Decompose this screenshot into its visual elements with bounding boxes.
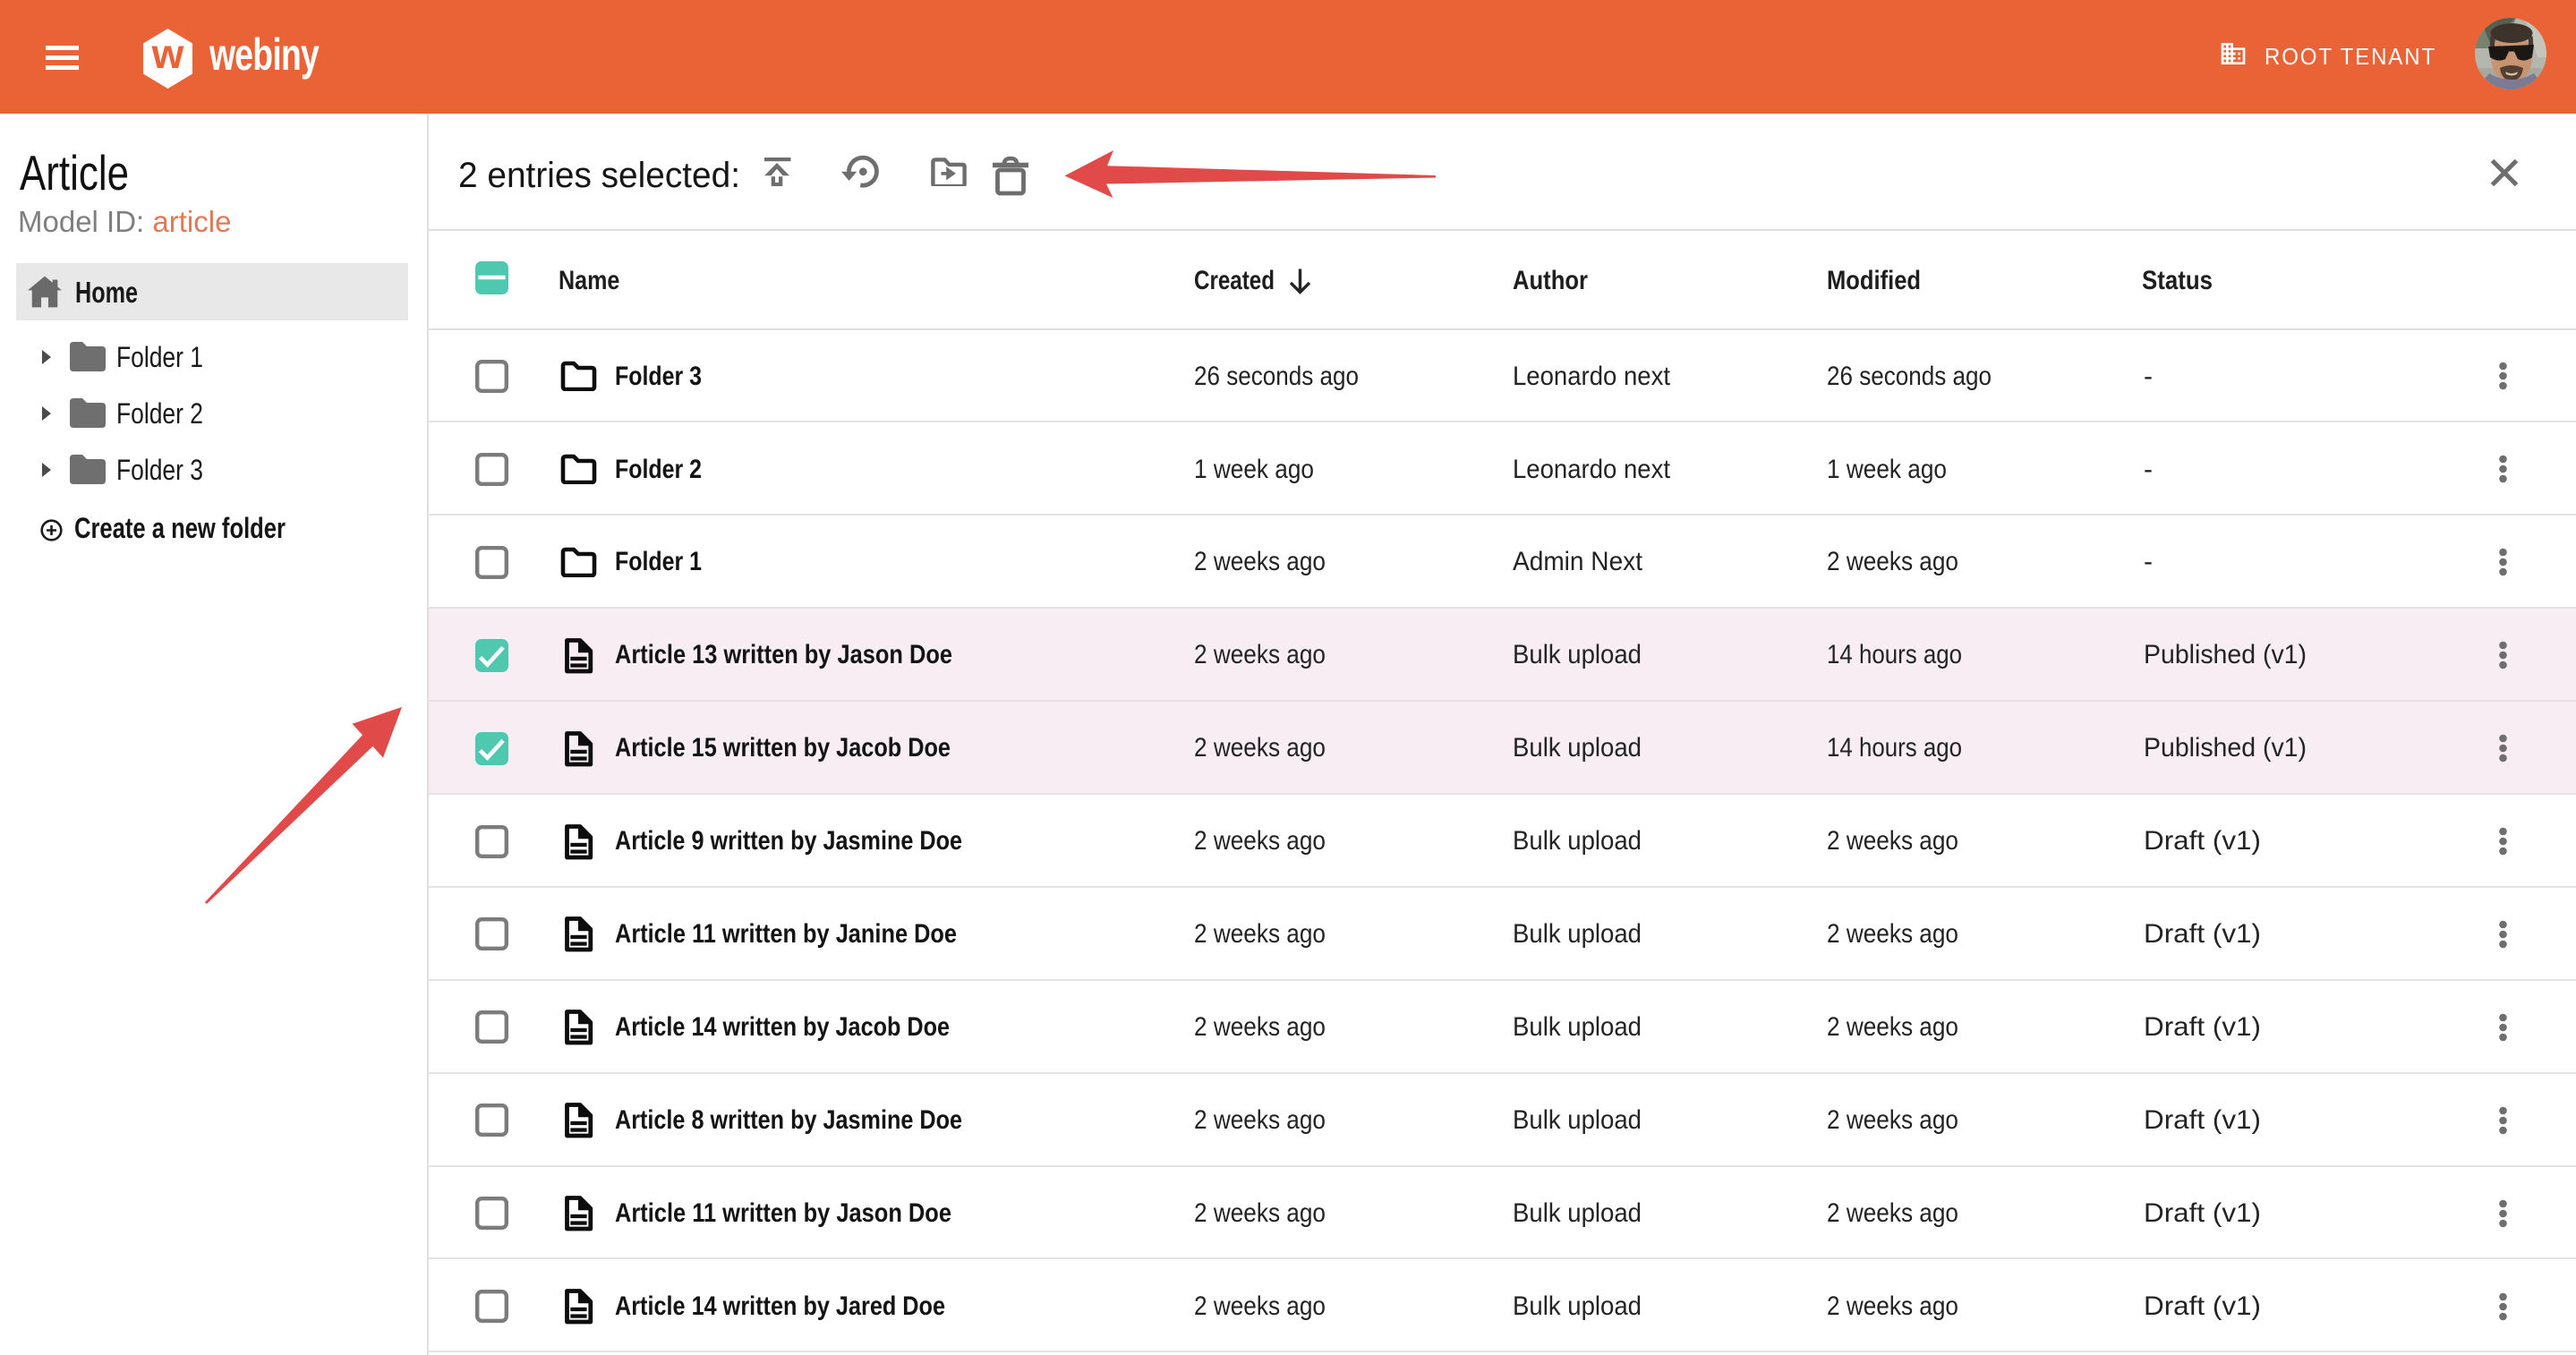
- svg-text:w: w: [151, 30, 184, 77]
